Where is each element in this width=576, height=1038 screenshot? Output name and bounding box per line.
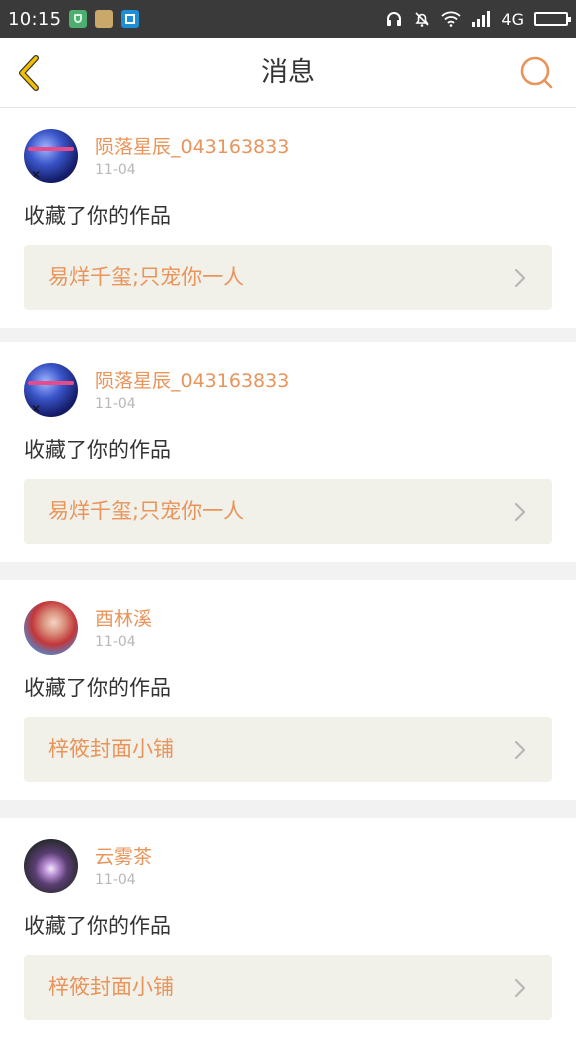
bell-off-icon: [415, 12, 430, 27]
username[interactable]: 陨落星辰_043163833: [95, 366, 289, 393]
work-title: 易烊千玺;只宠你一人: [48, 499, 245, 523]
work-title: 易烊千玺;只宠你一人: [48, 265, 245, 289]
chevron-right-icon: [514, 502, 526, 522]
search-icon: [520, 56, 553, 89]
username[interactable]: 酉林溪: [95, 604, 152, 631]
header-bar: 消息: [0, 38, 576, 108]
message-action-text: 收藏了你的作品: [24, 438, 171, 462]
signal-icon: [472, 11, 491, 27]
avatar[interactable]: [24, 129, 78, 183]
chevron-left-icon: [19, 55, 39, 91]
message-date: 11-04: [95, 872, 136, 888]
status-time: 10:15: [8, 8, 62, 30]
status-bar-left: 10:15: [8, 9, 147, 30]
message-card: 酉林溪 11-04 收藏了你的作品 梓筱封面小铺: [0, 580, 576, 800]
work-title: 梓筱封面小铺: [48, 737, 174, 761]
message-date: 11-04: [95, 634, 136, 650]
message-date: 11-04: [95, 162, 136, 178]
avatar[interactable]: [24, 601, 78, 655]
back-button[interactable]: [12, 52, 52, 92]
app-folder-icon: [95, 10, 114, 28]
work-link[interactable]: 梓筱封面小铺: [24, 955, 552, 1020]
work-link[interactable]: 梓筱封面小铺: [24, 717, 552, 782]
chevron-right-icon: [514, 978, 526, 998]
page-title: 消息: [261, 57, 315, 88]
battery-icon: [534, 12, 571, 26]
chevron-right-icon: [514, 268, 526, 288]
message-action-text: 收藏了你的作品: [24, 676, 171, 700]
app-scan-icon: [121, 10, 140, 28]
avatar[interactable]: [24, 363, 78, 417]
message-action-text: 收藏了你的作品: [24, 204, 171, 228]
work-title: 梓筱封面小铺: [48, 975, 174, 999]
avatar[interactable]: [24, 839, 78, 893]
username[interactable]: 云雾茶: [95, 842, 152, 869]
message-action-text: 收藏了你的作品: [24, 914, 171, 938]
headphones-icon: [387, 12, 402, 26]
username[interactable]: 陨落星辰_043163833: [95, 132, 289, 159]
message-card: 云雾茶 11-04 收藏了你的作品 梓筱封面小铺: [0, 818, 576, 1038]
network-type: 4G: [501, 9, 524, 29]
status-bar-right: 4G: [385, 9, 571, 29]
wifi-icon: [441, 11, 462, 27]
search-button[interactable]: [518, 54, 556, 92]
work-link[interactable]: 易烊千玺;只宠你一人: [24, 245, 552, 310]
message-date: 11-04: [95, 396, 136, 412]
chevron-right-icon: [514, 740, 526, 760]
app-shield-icon: [69, 10, 88, 28]
message-card: 陨落星辰_043163833 11-04 收藏了你的作品 易烊千玺;只宠你一人: [0, 342, 576, 562]
message-card: 陨落星辰_043163833 11-04 收藏了你的作品 易烊千玺;只宠你一人: [0, 108, 576, 328]
work-link[interactable]: 易烊千玺;只宠你一人: [24, 479, 552, 544]
status-bar: 10:15 4G: [0, 0, 576, 38]
